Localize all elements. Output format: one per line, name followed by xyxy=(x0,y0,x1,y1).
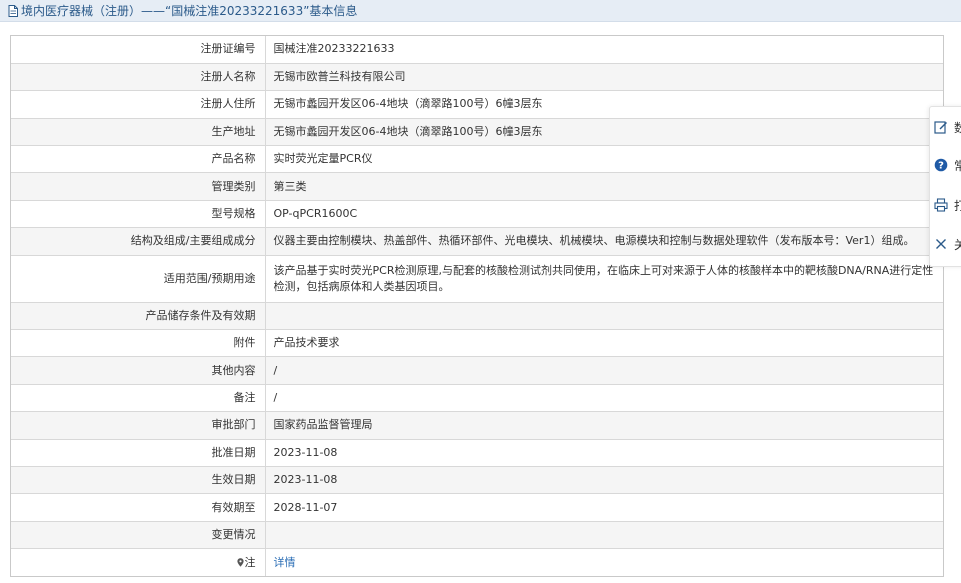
row-value: 第三类 xyxy=(265,172,943,201)
row-value: 实时荧光定量PCR仪 xyxy=(265,145,943,174)
table-row: 注册证编号 国械注准20233221633 xyxy=(11,36,943,64)
row-value: 2023-11-08 xyxy=(265,439,943,467)
table-row: 注册人名称 无锡市欧普兰科技有限公司 xyxy=(11,63,943,92)
table-row: 注册人住所 无锡市蠡园开发区06-4地块（滴翠路100号）6幢3层东 xyxy=(11,90,943,119)
row-label: 生产地址 xyxy=(11,118,266,147)
table-row: 生效日期 2023-11-08 xyxy=(11,466,943,495)
sidebar-item-label: 关 xyxy=(954,237,961,252)
table-row: 备注 / xyxy=(11,384,943,413)
note-label-cell: 注 xyxy=(11,548,266,577)
row-value: 产品技术要求 xyxy=(265,329,943,358)
table-row: 审批部门 国家药品监督管理局 xyxy=(11,411,943,440)
row-value: 2023-11-08 xyxy=(265,466,943,495)
row-value: OP-qPCR1600C xyxy=(265,200,943,229)
pin-icon xyxy=(236,557,244,567)
sidebar-item-print[interactable]: 打 xyxy=(934,194,961,216)
row-value: 国家药品监督管理局 xyxy=(265,411,943,440)
row-value: / xyxy=(265,384,943,413)
row-value: 无锡市蠡园开发区06-4地块（滴翠路100号）6幢3层东 xyxy=(265,90,943,119)
row-value: 无锡市蠡园开发区06-4地块（滴翠路100号）6幢3层东 xyxy=(265,118,943,147)
sidebar-item-label: 打 xyxy=(954,198,961,213)
sidebar-item-data[interactable]: 数 xyxy=(934,116,961,138)
row-label: 产品储存条件及有效期 xyxy=(11,302,266,331)
row-label: 产品名称 xyxy=(11,145,266,174)
table-row: 型号规格 OP-qPCR1600C xyxy=(11,200,943,229)
row-label: 型号规格 xyxy=(11,200,266,229)
row-value xyxy=(265,302,943,331)
info-panel: 注册证编号 国械注准20233221633 注册人名称 无锡市欧普兰科技有限公司… xyxy=(10,35,944,578)
svg-text:?: ? xyxy=(938,161,944,172)
row-value: / xyxy=(265,356,943,385)
table-row: 产品名称 实时荧光定量PCR仪 xyxy=(11,145,943,174)
row-label: 其他内容 xyxy=(11,356,266,385)
table-row: 其他内容 / xyxy=(11,356,943,385)
page-header: 境内医疗器械（注册）——“国械注准20233221633”基本信息 xyxy=(0,0,961,22)
row-value: 无锡市欧普兰科技有限公司 xyxy=(265,63,943,92)
sidebar-item-label: 常 xyxy=(954,158,961,173)
edit-icon xyxy=(934,121,947,134)
sidebar-item-close[interactable]: 关 xyxy=(934,233,961,255)
sidebar-item-faq[interactable]: ? 常 xyxy=(934,154,961,176)
table-row: 生产地址 无锡市蠡园开发区06-4地块（滴翠路100号）6幢3层东 xyxy=(11,118,943,147)
table-row: 结构及组成/主要组成成分 仪器主要由控制模块、热盖部件、热循环部件、光电模块、机… xyxy=(11,227,943,256)
row-value: 该产品基于实时荧光PCR检测原理,与配套的核酸检测试剂共同使用，在临床上可对来源… xyxy=(265,255,943,303)
row-label: 审批部门 xyxy=(11,411,266,440)
question-icon: ? xyxy=(934,158,948,172)
row-label: 生效日期 xyxy=(11,466,266,495)
row-label: 结构及组成/主要组成成分 xyxy=(11,227,266,256)
table-row: 注 详情 xyxy=(11,548,943,577)
table-row: 有效期至 2028-11-07 xyxy=(11,493,943,522)
table-row: 适用范围/预期用途 该产品基于实时荧光PCR检测原理,与配套的核酸检测试剂共同使… xyxy=(11,255,943,303)
row-value: 国械注准20233221633 xyxy=(265,36,943,64)
row-label: 附件 xyxy=(11,329,266,358)
table-row: 变更情况 xyxy=(11,521,943,550)
row-label: 备注 xyxy=(11,384,266,413)
table-row: 批准日期 2023-11-08 xyxy=(11,439,943,467)
sidebar-item-label: 数 xyxy=(954,120,961,135)
document-icon xyxy=(8,4,18,17)
row-label: 注册人住所 xyxy=(11,90,266,119)
row-value xyxy=(265,521,943,550)
row-label: 变更情况 xyxy=(11,521,266,550)
row-label: 注 xyxy=(244,555,256,569)
row-value: 仪器主要由控制模块、热盖部件、热循环部件、光电模块、机械模块、电源模块和控制与数… xyxy=(265,227,943,256)
row-label: 批准日期 xyxy=(11,439,266,467)
row-label: 管理类别 xyxy=(11,172,266,201)
row-value: 2028-11-07 xyxy=(265,493,943,522)
printer-icon xyxy=(934,198,948,212)
page-title: 境内医疗器械（注册）——“国械注准20233221633”基本信息 xyxy=(21,4,358,18)
row-label: 注册证编号 xyxy=(11,36,266,64)
row-label: 注册人名称 xyxy=(11,63,266,92)
floating-toolbar: 数 ? 常 打 关 xyxy=(929,106,961,267)
row-label: 适用范围/预期用途 xyxy=(11,255,266,303)
row-label: 有效期至 xyxy=(11,493,266,522)
details-link[interactable]: 详情 xyxy=(274,556,296,569)
table-row: 管理类别 第三类 xyxy=(11,172,943,201)
table-row: 产品储存条件及有效期 xyxy=(11,302,943,331)
close-icon xyxy=(936,239,946,249)
row-value: 详情 xyxy=(265,549,943,576)
table-row: 附件 产品技术要求 xyxy=(11,329,943,358)
info-table: 注册证编号 国械注准20233221633 注册人名称 无锡市欧普兰科技有限公司… xyxy=(11,36,943,577)
